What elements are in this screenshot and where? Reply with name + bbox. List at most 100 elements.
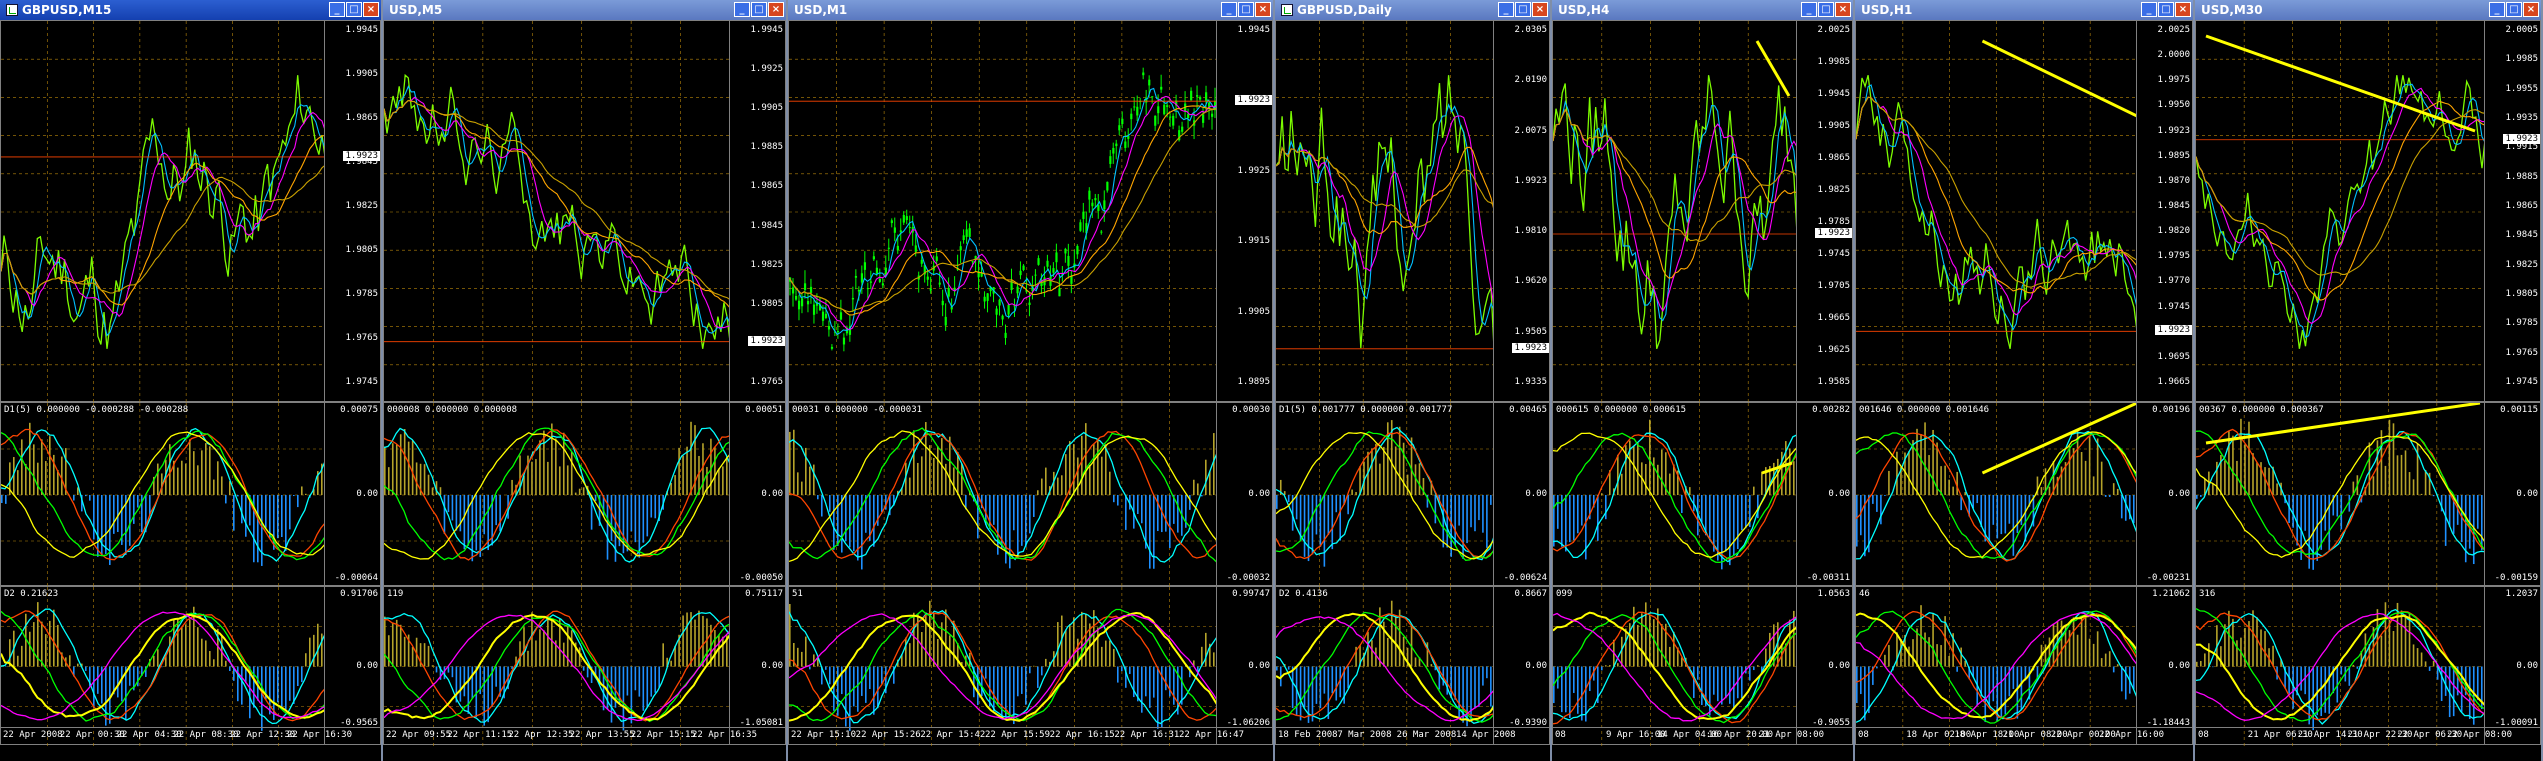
histogram-bar bbox=[949, 436, 951, 495]
histogram-bar bbox=[1880, 495, 1882, 525]
histogram-bar bbox=[869, 666, 871, 690]
indicator-pane-d2[interactable]: 1.21062 0.00 -1.18443 46 08 18 Apr 02:00 18 Ap… bbox=[1855, 586, 2193, 746]
histogram-bar bbox=[471, 666, 474, 699]
histogram-bar bbox=[1621, 473, 1623, 495]
indicator-pane-d2[interactable]: 1.0563 0.00 -0.9055 099 08 9 Apr 16:00 14 Apr … bbox=[1552, 586, 1853, 746]
histogram-bar bbox=[289, 495, 291, 530]
histogram-bar bbox=[281, 666, 283, 707]
histogram-bar bbox=[2384, 602, 2387, 667]
chart-window-gbpusd-m15[interactable]: GBPUSD,M15 _ □ × 1.9945 1.9905 1.9865 1.9845 1.9… bbox=[0, 0, 383, 761]
histogram-bar bbox=[1303, 666, 1306, 708]
histogram-bar bbox=[185, 624, 187, 667]
histogram-bar bbox=[662, 643, 664, 667]
histogram-bar bbox=[197, 465, 199, 495]
histogram-bar bbox=[97, 666, 99, 694]
indicator-pane-d2[interactable]: 0.75117 0.00 -1.05081 119 22 Apr 09:55 22 Apr… bbox=[383, 586, 786, 746]
histogram-bar bbox=[475, 666, 478, 718]
histogram-bar bbox=[261, 666, 263, 731]
histogram-bar bbox=[41, 439, 43, 495]
histogram-bar bbox=[285, 666, 287, 710]
histogram-bar bbox=[73, 495, 75, 501]
indicator-pane-d1[interactable]: 0.00030 0.00 -0.00032 00031 0.000000 -0.000… bbox=[788, 402, 1273, 587]
histogram-bar bbox=[85, 495, 87, 497]
histogram-bar bbox=[241, 666, 243, 705]
indicator-pane-d2[interactable]: 0.91706 0.00 -0.9565 D2 0.21623 22 Apr 2008 2… bbox=[0, 586, 381, 746]
histogram-bar bbox=[1311, 495, 1314, 555]
histogram-bar bbox=[2116, 488, 2119, 495]
indicator-pane-d2[interactable]: 0.99747 0.00 -1.06206 51 22 Apr 15:10 22 Apr … bbox=[788, 586, 1273, 746]
histogram-bar bbox=[2424, 661, 2427, 667]
time-tick-label: 22 Apr 08:30 bbox=[173, 730, 239, 740]
histogram-bar bbox=[113, 495, 115, 534]
histogram-bar bbox=[463, 666, 466, 697]
indicator-scale-label: -0.00159 bbox=[2494, 573, 2538, 583]
histogram-bar bbox=[1745, 495, 1747, 529]
histogram-bar bbox=[1573, 495, 1575, 541]
time-tick-label: 22 Apr 15:10 bbox=[791, 730, 857, 740]
histogram-bar bbox=[614, 495, 617, 562]
histogram-bar bbox=[2196, 495, 2198, 499]
histogram-bar bbox=[317, 623, 319, 667]
histogram-bar bbox=[1454, 495, 1456, 546]
histogram-bar bbox=[1920, 434, 1922, 495]
histogram-bar bbox=[873, 666, 875, 715]
histogram-bar bbox=[1383, 446, 1385, 495]
chart-window-usd-h1[interactable]: USD,H1 _ □ × 2.0025 2.0000 1.9975 1.9950 1.9923 1… bbox=[1855, 0, 2195, 761]
histogram-bar bbox=[387, 635, 390, 667]
price-axis: 0.75117 0.00 -1.05081 bbox=[729, 587, 785, 744]
indicator-pane-d2[interactable]: 0.8667 0.00 -0.9390 D2 0.4136 18 Feb 2008 7 M… bbox=[1275, 586, 1550, 746]
histogram-bar bbox=[57, 624, 59, 667]
time-tick-label: 08 bbox=[2198, 730, 2209, 740]
indicator-pane-d1[interactable]: 0.00465 0.00 -0.00624 D1(5) 0.001777 0.0000… bbox=[1275, 402, 1550, 587]
histogram-bar bbox=[642, 666, 645, 711]
histogram-bar bbox=[1041, 478, 1043, 495]
chart-window-usd-m5[interactable]: USD,M5 _ □ × 1.9945 1.9925 1.9905 1.9885 1.9865 1… bbox=[383, 0, 788, 761]
histogram-bar bbox=[1956, 666, 1958, 672]
histogram-bar bbox=[945, 463, 947, 495]
chart-window-gbpusd-daily[interactable]: GBPUSD,Daily _ □ × 2.0305 2.0190 2.0075 1.9923 1… bbox=[1275, 0, 1552, 761]
time-tick-label: 7 Mar 2008 bbox=[1337, 730, 1392, 740]
histogram-bar bbox=[137, 495, 139, 508]
signal-arrows: ↓↓↓ bbox=[109, 400, 119, 401]
indicator-scale-label: 0.00 bbox=[1525, 660, 1547, 671]
chart-window-usd-m1[interactable]: USD,M1_□×1.99451.99351.99251.99151.99051… bbox=[788, 0, 1275, 761]
histogram-bar bbox=[2092, 476, 2095, 495]
histogram-bar bbox=[89, 495, 91, 501]
histogram-bar bbox=[1689, 487, 1691, 495]
histogram-bar bbox=[459, 666, 462, 702]
histogram-bar bbox=[97, 495, 99, 557]
histogram-bar bbox=[1781, 451, 1783, 495]
histogram-bar bbox=[2008, 495, 2011, 524]
histogram-bar bbox=[2112, 483, 2115, 495]
histogram-bar bbox=[2304, 495, 2306, 531]
indicator-pane-d1[interactable]: 0.00196 0.00 -0.00231 001646 0.000000 0.001… bbox=[1855, 402, 2193, 587]
histogram-bar bbox=[1864, 666, 1866, 721]
histogram-bar bbox=[1125, 495, 1127, 530]
time-tick-label: 22 Apr 15:59 bbox=[985, 730, 1051, 740]
histogram-bar bbox=[189, 439, 191, 495]
histogram-bar bbox=[2292, 495, 2294, 528]
indicator-scale-label: 0.00 bbox=[1828, 489, 1850, 499]
histogram-bar bbox=[1371, 640, 1373, 667]
histogram-bar bbox=[1729, 495, 1731, 566]
histogram-bar bbox=[384, 446, 386, 495]
indicator-pane-d1[interactable]: 0.00051 0.00 -0.00050 000008 0.000000 0.000… bbox=[383, 402, 786, 587]
chart-window-usd-m30[interactable]: USD,M30 _ □ × 2.0005 1.9985 1.9955 1.9935 1.9915… bbox=[2195, 0, 2543, 761]
indicator-pane-d1[interactable]: 0.00115 0.00 -0.00159 00367 0.000000 0.0003… bbox=[2195, 402, 2541, 587]
histogram-bar bbox=[913, 430, 915, 495]
histogram-bar bbox=[1029, 666, 1031, 674]
histogram-bar bbox=[1880, 665, 1882, 667]
histogram-bar bbox=[1557, 495, 1559, 529]
chart-window-usd-h4[interactable]: USD,H4 _ □ × 2.0025 1.9985 1.9945 1.9905 1.9865 1… bbox=[1552, 0, 1855, 761]
histogram-bar bbox=[1872, 495, 1874, 504]
indicator-pane-d2[interactable]: 1.2037 0.00 -1.00091 316 08 21 Apr 06:30 21 Ap… bbox=[2195, 586, 2541, 746]
histogram-bar bbox=[261, 495, 263, 566]
histogram-bar bbox=[1565, 666, 1567, 713]
histogram-bar bbox=[1964, 660, 1966, 667]
histogram-bar bbox=[2212, 483, 2214, 495]
indicator-scale-label: 0.00051 bbox=[745, 405, 783, 415]
histogram-bar bbox=[2200, 660, 2202, 667]
indicator-pane-d1[interactable]: 0.00282 0.00 -0.00311 000615 0.000000 0.000… bbox=[1552, 402, 1853, 587]
histogram-bar bbox=[813, 654, 815, 667]
indicator-pane-d1[interactable]: 0.00075 0.00 -0.00064 D1(5) 0.000000 -0.000… bbox=[0, 402, 381, 587]
